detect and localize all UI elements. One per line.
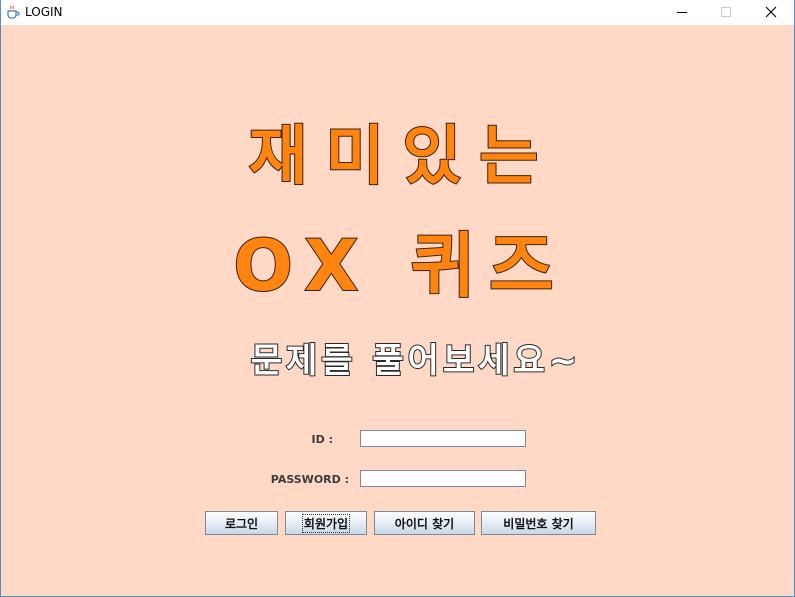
window-title: LOGIN	[25, 5, 63, 19]
id-input[interactable]	[360, 430, 526, 447]
signup-button[interactable]: 회원가입	[285, 511, 367, 535]
close-icon	[765, 3, 777, 22]
minimize-icon	[676, 3, 688, 22]
minimize-button[interactable]	[659, 0, 705, 25]
close-button[interactable]	[748, 0, 794, 25]
title-bar[interactable]: LOGIN	[1, 0, 794, 25]
login-button[interactable]: 로그인	[205, 511, 278, 535]
headline-fun: 재미있는	[248, 119, 557, 195]
id-label: ID :	[311, 433, 333, 446]
find-password-button-label: 비밀번호 찾기	[503, 516, 574, 531]
login-panel: 재미있는 OX 퀴즈 문제를 풀어보세요~ ID : PASSWORD : 로그…	[1, 25, 794, 596]
find-id-button-label: 아이디 찾기	[394, 516, 455, 531]
find-id-button[interactable]: 아이디 찾기	[374, 511, 475, 535]
signup-button-label: 회원가입	[301, 513, 351, 533]
subtitle-solve-problems: 문제를 풀어보세요~	[250, 340, 582, 382]
password-input[interactable]	[360, 470, 526, 487]
find-password-button[interactable]: 비밀번호 찾기	[481, 511, 596, 535]
headline-ox-quiz: OX 퀴즈	[232, 224, 568, 308]
login-window: LOGIN 재미있는 OX 퀴즈 문제를 풀어보세요~ ID : PASSWOR…	[0, 0, 795, 597]
maximize-icon	[720, 3, 732, 22]
java-coffee-cup-icon	[5, 4, 21, 20]
maximize-button[interactable]	[703, 0, 749, 25]
login-button-label: 로그인	[224, 516, 259, 531]
password-label: PASSWORD :	[270, 473, 349, 486]
